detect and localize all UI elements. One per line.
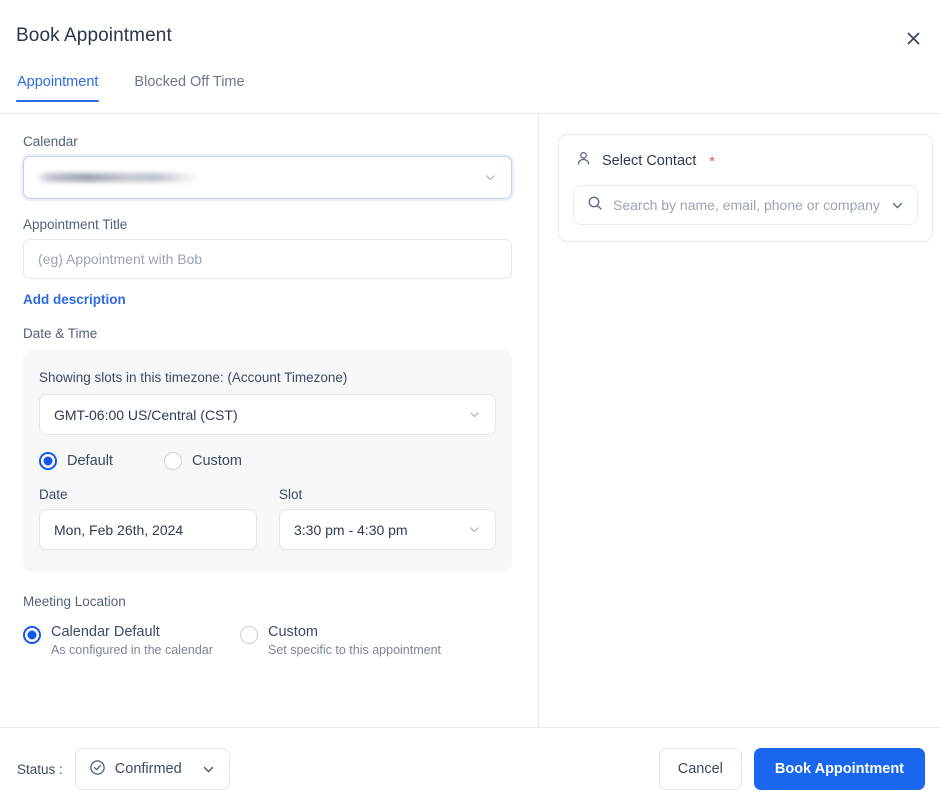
date-time-card: Showing slots in this timezone: (Account… bbox=[23, 350, 512, 572]
search-icon bbox=[587, 195, 603, 216]
close-icon[interactable] bbox=[899, 24, 927, 52]
modal-body: Calendar Appointment Title (eg) Appointm… bbox=[0, 114, 941, 727]
radio-option-calendar-default[interactable]: Calendar Default As configured in the ca… bbox=[23, 623, 240, 657]
tab-appointment[interactable]: Appointment bbox=[16, 74, 100, 102]
page-title: Book Appointment bbox=[16, 25, 172, 46]
select-contact-title: Select Contact bbox=[602, 153, 697, 169]
vertical-divider bbox=[538, 114, 539, 727]
radio-option-default[interactable]: Default bbox=[39, 452, 164, 470]
status-value: Confirmed bbox=[114, 761, 182, 777]
book-appointment-button[interactable]: Book Appointment bbox=[753, 748, 925, 790]
date-input[interactable]: Mon, Feb 26th, 2024 bbox=[39, 509, 257, 550]
modal-header: Book Appointment bbox=[0, 0, 941, 74]
date-slot-row: Date Mon, Feb 26th, 2024 Slot 3:30 pm - … bbox=[39, 487, 496, 550]
slot-field-group: Slot 3:30 pm - 4:30 pm bbox=[278, 487, 496, 550]
check-circle-icon bbox=[89, 759, 106, 780]
person-icon bbox=[575, 150, 592, 172]
radio-sublabel: As configured in the calendar bbox=[51, 643, 213, 658]
radio-indicator bbox=[164, 452, 182, 470]
slot-value: 3:30 pm - 4:30 pm bbox=[293, 521, 408, 538]
modal-footer: Status : Confirmed Cancel Book Appointme… bbox=[0, 727, 941, 810]
appointment-title-label: Appointment Title bbox=[23, 217, 128, 232]
radio-label: Calendar Default bbox=[51, 624, 160, 640]
chevron-down-icon bbox=[468, 523, 481, 536]
calendar-label: Calendar bbox=[23, 134, 78, 149]
book-appointment-modal: Book Appointment Appointment Blocked Off… bbox=[0, 0, 941, 810]
date-label: Date bbox=[39, 487, 68, 502]
date-value: Mon, Feb 26th, 2024 bbox=[54, 521, 184, 538]
timezone-select[interactable]: GMT-06:00 US/Central (CST) bbox=[39, 394, 496, 435]
contact-search-input[interactable]: Search by name, email, phone or company bbox=[573, 185, 918, 225]
select-contact-header: Select Contact * bbox=[573, 150, 918, 172]
chevron-down-icon[interactable] bbox=[890, 198, 905, 213]
slot-select[interactable]: 3:30 pm - 4:30 pm bbox=[278, 509, 496, 550]
radio-label: Custom bbox=[192, 453, 242, 469]
status-select[interactable]: Confirmed bbox=[74, 748, 230, 790]
radio-label: Custom bbox=[268, 624, 318, 640]
radio-sublabel: Set specific to this appointment bbox=[268, 643, 442, 658]
chevron-down-icon bbox=[468, 408, 481, 421]
meeting-location-label: Meeting Location bbox=[23, 594, 126, 609]
calendar-redacted-value bbox=[38, 173, 198, 182]
appointment-title-placeholder: (eg) Appointment with Bob bbox=[38, 251, 203, 267]
contact-search-placeholder: Search by name, email, phone or company bbox=[613, 197, 880, 213]
chevron-down-icon bbox=[201, 762, 216, 777]
slot-mode-radio-group: Default Custom bbox=[39, 452, 496, 470]
contact-pane: Select Contact * Search by name, email, … bbox=[538, 114, 941, 727]
calendar-select[interactable] bbox=[23, 156, 512, 199]
meeting-location-radio-group: Calendar Default As configured in the ca… bbox=[23, 623, 512, 657]
status-label: Status : bbox=[17, 761, 63, 777]
cancel-button[interactable]: Cancel bbox=[658, 748, 742, 790]
date-field-group: Date Mon, Feb 26th, 2024 bbox=[39, 487, 257, 550]
timezone-value: GMT-06:00 US/Central (CST) bbox=[54, 406, 238, 423]
add-description-link[interactable]: Add description bbox=[23, 292, 126, 307]
slot-label: Slot bbox=[278, 487, 303, 502]
radio-option-custom-location[interactable]: Custom Set specific to this appointment bbox=[240, 623, 441, 657]
appointment-form: Calendar Appointment Title (eg) Appointm… bbox=[0, 114, 538, 727]
chevron-down-icon bbox=[484, 171, 497, 184]
tab-blocked-off-time[interactable]: Blocked Off Time bbox=[133, 74, 245, 102]
tab-bar: Appointment Blocked Off Time bbox=[0, 74, 941, 114]
timezone-note: Showing slots in this timezone: (Account… bbox=[39, 370, 348, 385]
appointment-title-input[interactable]: (eg) Appointment with Bob bbox=[23, 239, 512, 279]
radio-indicator bbox=[240, 626, 258, 644]
required-asterisk: * bbox=[709, 153, 715, 169]
radio-option-custom[interactable]: Custom bbox=[164, 452, 242, 470]
radio-indicator bbox=[23, 626, 41, 644]
radio-label: Default bbox=[67, 453, 113, 469]
date-time-section-label: Date & Time bbox=[23, 326, 98, 341]
radio-indicator bbox=[39, 452, 57, 470]
select-contact-card: Select Contact * Search by name, email, … bbox=[558, 134, 933, 242]
